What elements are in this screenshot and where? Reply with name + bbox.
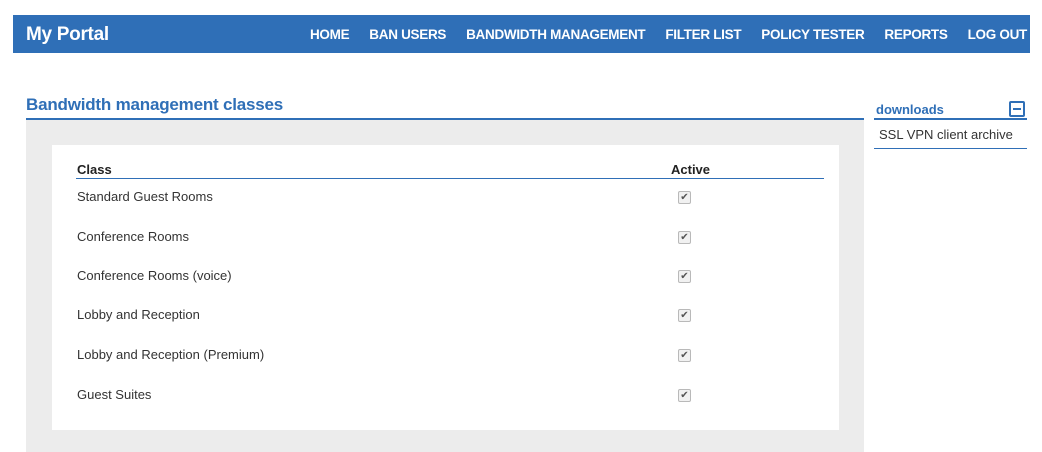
ssl-vpn-client-archive-link[interactable]: SSL VPN client archive [879,127,1013,142]
nav-log-out[interactable]: LOG OUT [958,27,1030,42]
table-row: Lobby and Reception ✔ [52,304,839,326]
active-checkbox[interactable]: ✔ [678,309,691,322]
bandwidth-classes-table: Class Active Standard Guest Rooms ✔ Conf… [52,145,839,430]
class-name: Lobby and Reception (Premium) [77,347,265,362]
active-checkbox[interactable]: ✔ [678,231,691,244]
active-checkbox[interactable]: ✔ [678,191,691,204]
class-name: Lobby and Reception [77,307,200,322]
top-navigation-bar: My Portal HOME BAN USERS BANDWIDTH MANAG… [13,15,1030,53]
nav-home[interactable]: HOME [300,27,359,42]
class-name: Standard Guest Rooms [77,189,213,204]
page-title: Bandwidth management classes [26,95,284,114]
downloads-divider [874,118,1027,120]
nav-ban-users[interactable]: BAN USERS [359,27,456,42]
collapse-minus-icon[interactable] [1009,101,1025,117]
active-checkbox[interactable]: ✔ [678,270,691,283]
active-checkbox[interactable]: ✔ [678,389,691,402]
class-name: Conference Rooms [77,229,189,244]
active-checkbox[interactable]: ✔ [678,349,691,362]
table-row: Guest Suites ✔ [52,384,839,406]
main-nav: HOME BAN USERS BANDWIDTH MANAGEMENT FILT… [300,15,1030,53]
column-header-class: Class [77,162,112,177]
nav-filter-list[interactable]: FILTER LIST [655,27,751,42]
bandwidth-panel: Class Active Standard Guest Rooms ✔ Conf… [26,120,864,452]
nav-policy-tester[interactable]: POLICY TESTER [751,27,874,42]
column-header-active: Active [671,162,711,177]
class-name: Conference Rooms (voice) [77,268,232,283]
nav-reports[interactable]: REPORTS [874,27,957,42]
downloads-title: downloads [876,102,944,117]
downloads-bottom-divider [874,148,1027,149]
table-row: Conference Rooms ✔ [52,226,839,248]
table-row: Lobby and Reception (Premium) ✔ [52,344,839,366]
table-row: Standard Guest Rooms ✔ [52,186,839,208]
table-header-divider [76,178,824,179]
table-row: Conference Rooms (voice) ✔ [52,265,839,287]
class-name: Guest Suites [77,387,152,402]
portal-brand[interactable]: My Portal [26,15,109,55]
nav-bandwidth-management[interactable]: BANDWIDTH MANAGEMENT [456,27,655,42]
